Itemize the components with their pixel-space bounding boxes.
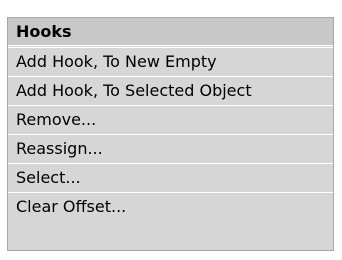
menu-item-select[interactable]: Select...	[8, 163, 333, 191]
menu-item-reassign[interactable]: Reassign...	[8, 134, 333, 162]
menu-item-add-hook-new-empty[interactable]: Add Hook, To New Empty	[8, 47, 333, 75]
menu-item-clear-offset[interactable]: Clear Offset...	[8, 192, 333, 221]
menu-item-remove[interactable]: Remove...	[8, 105, 333, 133]
menu-title: Hooks	[8, 18, 333, 46]
hooks-popup-menu: Hooks Add Hook, To New Empty Add Hook, T…	[7, 17, 334, 251]
menu-item-add-hook-selected-object[interactable]: Add Hook, To Selected Object	[8, 76, 333, 104]
